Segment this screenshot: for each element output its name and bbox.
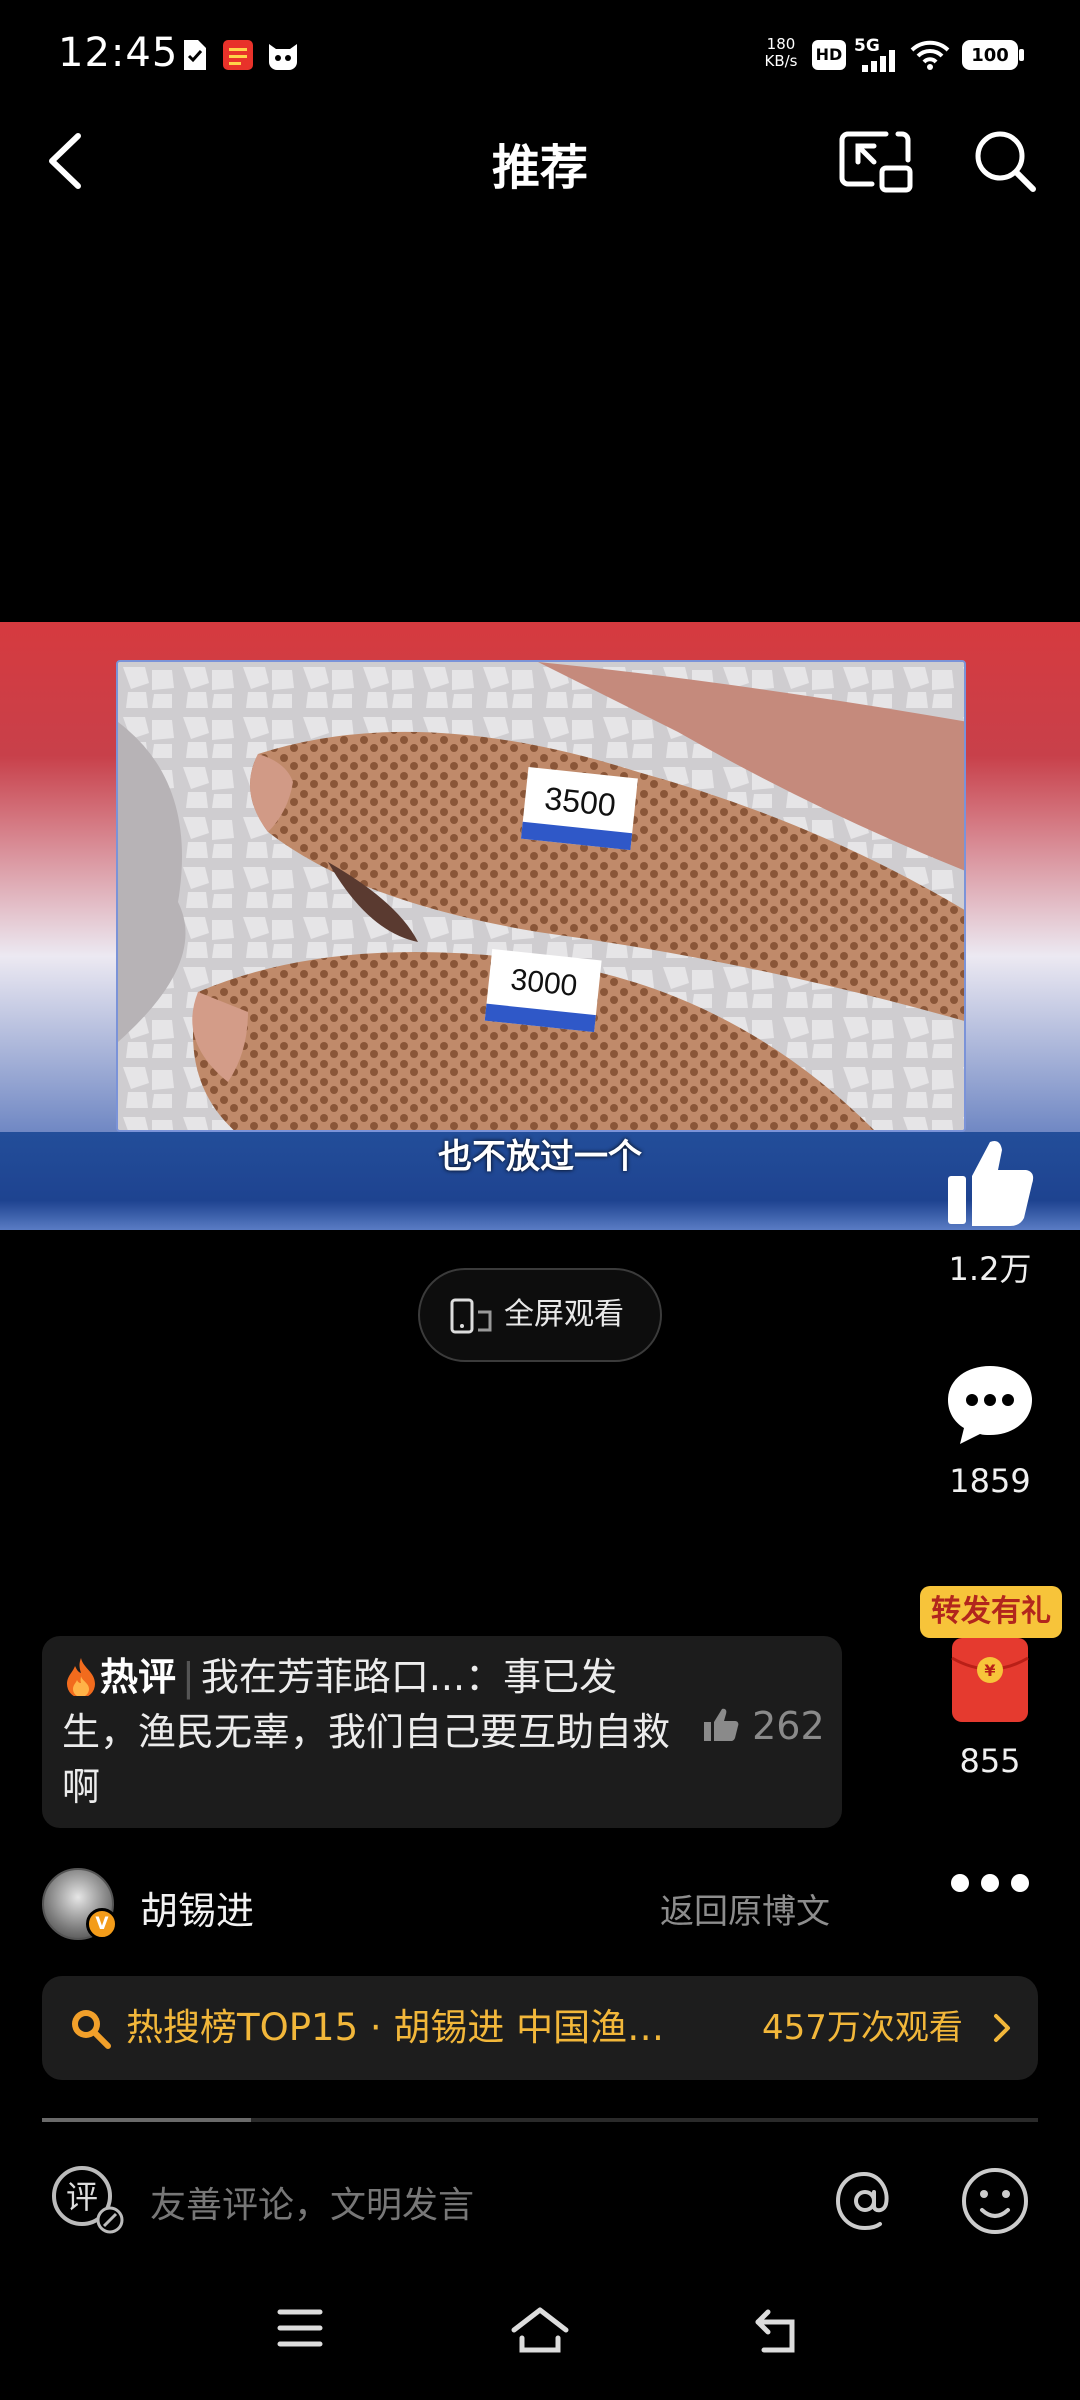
emoji-smile-icon: [962, 2168, 1028, 2234]
trending-text: 热搜榜TOP15 · 胡锡进 中国渔…: [126, 2006, 665, 2049]
thumbs-up-outline-icon: [702, 1707, 740, 1743]
thumbs-up-icon: [948, 1141, 1034, 1226]
cat-app-icon: [266, 38, 298, 72]
author-name[interactable]: 胡锡进: [140, 1880, 254, 1935]
price-tag-2: 3000: [509, 963, 579, 1003]
fullscreen-button[interactable]: 全屏观看: [418, 1268, 662, 1362]
mention-button[interactable]: [832, 2168, 898, 2234]
comment-glyph: 评: [66, 2178, 98, 2216]
verified-badge: V: [86, 1908, 118, 1940]
at-sign-icon: [835, 2171, 889, 2231]
comment-compose-button[interactable]: 评: [48, 2158, 128, 2238]
pip-button[interactable]: [838, 128, 914, 194]
hot-comment-like[interactable]: 262: [702, 1704, 825, 1748]
net-speed: 180 KB/s: [758, 36, 804, 70]
repost-gift-badge: 转发有礼: [920, 1586, 1062, 1638]
hd-badge: HD: [812, 40, 846, 70]
hot-comment-text: 热评 | 我在芳菲路口...：事已发生，渔民无辜，我们自己要互助自救啊: [62, 1650, 682, 1815]
hot-comment-card[interactable]: 热评 | 我在芳菲路口...：事已发生，渔民无辜，我们自己要互助自救啊 262: [42, 1636, 842, 1828]
hot-comment-divider: |: [182, 1655, 195, 1699]
video-player[interactable]: 3500 3000 也不放过一个: [0, 622, 1080, 1230]
status-bar: 12:45 180 KB/s HD 5G 100: [0, 0, 1080, 110]
repost-count: 855: [959, 1742, 1021, 1780]
comment-input[interactable]: 友善评论，文明发言: [150, 2176, 474, 2228]
svg-text:¥: ¥: [984, 1661, 995, 1680]
hot-comment-label: 热评: [100, 1655, 177, 1699]
playback-progress-fill: [42, 2118, 251, 2122]
like-count: 1.2万: [948, 1250, 1032, 1288]
search-button[interactable]: [972, 128, 1038, 194]
repost-button[interactable]: ¥: [950, 1636, 1030, 1724]
picture-in-picture-icon: [839, 131, 913, 193]
home-icon: [511, 2307, 569, 2353]
hot-comment-author[interactable]: 我在芳菲路口...: [201, 1655, 465, 1699]
sim-notification-icon: [178, 38, 210, 72]
status-time: 12:45: [58, 30, 179, 76]
video-subtitle: 也不放过一个: [438, 1137, 642, 1177]
comment-count: 1859: [949, 1462, 1031, 1500]
return-to-post-link[interactable]: 返回原博文: [660, 1884, 830, 1933]
more-dots-icon: [951, 1874, 1029, 1892]
menu-icon: [277, 2309, 323, 2347]
trending-views: 457万次观看: [762, 2008, 963, 2048]
hot-comment-like-count: 262: [752, 1704, 825, 1748]
shop-notification-icon: [222, 38, 254, 72]
net-speed-value: 180: [766, 35, 796, 53]
nav-menu-button[interactable]: [276, 2306, 324, 2350]
search-icon: [975, 131, 1036, 192]
fullscreen-rotate-icon: [450, 1298, 494, 1334]
fullscreen-label: 全屏观看: [504, 1297, 624, 1332]
net-speed-unit: KB/s: [764, 52, 798, 70]
wifi-icon: [910, 40, 950, 70]
page-title: 推荐: [491, 140, 588, 196]
emoji-button[interactable]: [960, 2166, 1030, 2236]
comment-button[interactable]: [944, 1362, 1036, 1446]
flame-icon: [62, 1656, 100, 1696]
price-tag-1: 3500: [543, 780, 618, 823]
battery-tip: [1019, 49, 1024, 61]
fish-on-ice-image: 3500 3000: [118, 662, 964, 1130]
chevron-right-icon: [992, 2012, 1014, 2044]
video-frame: 3500 3000: [116, 660, 966, 1132]
back-arrow-icon: [755, 2309, 795, 2353]
red-packet-icon: ¥: [951, 1638, 1029, 1722]
trending-bar[interactable]: 热搜榜TOP15 · 胡锡进 中国渔… 457万次观看: [42, 1976, 1038, 2080]
search-hot-icon: [68, 2006, 112, 2050]
signal-icon: [862, 50, 898, 72]
comment-bubble-icon: [948, 1366, 1032, 1444]
like-button[interactable]: [942, 1134, 1038, 1230]
comment-write-icon: 评: [52, 2166, 124, 2234]
nav-back-button[interactable]: [754, 2306, 804, 2354]
more-options-button[interactable]: [946, 1868, 1034, 1898]
battery-indicator: 100: [962, 40, 1018, 70]
nav-home-button[interactable]: [510, 2306, 570, 2354]
